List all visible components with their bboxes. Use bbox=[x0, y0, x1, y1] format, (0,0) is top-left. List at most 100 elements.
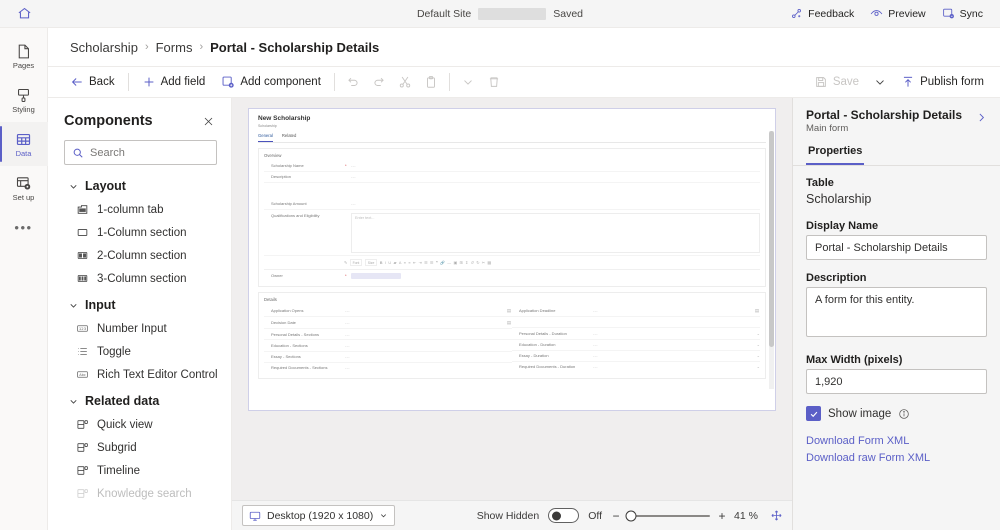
chevron-down-icon[interactable]: ⌄ bbox=[753, 353, 760, 358]
components-list[interactable]: Layout 1-column tab 1-Column section bbox=[48, 165, 231, 530]
preview-field-essay-duration[interactable]: Essay - Duration - - - ⌄ bbox=[512, 351, 760, 362]
chevron-right-icon[interactable] bbox=[972, 108, 990, 126]
component-2-column-section[interactable]: 2-Column section bbox=[48, 244, 231, 267]
preview-field-essay-sections[interactable]: Essay - Sections - - - bbox=[264, 352, 512, 363]
sidebar-item-styling[interactable]: Styling bbox=[0, 78, 48, 122]
rt-icon-align-center: ≡ bbox=[408, 261, 410, 265]
breadcrumb-item-forms[interactable]: Forms bbox=[156, 40, 193, 55]
monitor-icon bbox=[249, 510, 261, 522]
three-col-icon bbox=[76, 272, 89, 285]
component-1-column-section[interactable]: 1-Column section bbox=[48, 221, 231, 244]
preview-richtext-toolbar[interactable]: ✎ Font Size B I U ▰ A ≡ bbox=[264, 256, 760, 270]
preview-field-required-documents-duration[interactable]: Required Documents - Duration - - - ⌄ bbox=[512, 362, 760, 372]
search-input[interactable] bbox=[90, 147, 209, 159]
zoom-out-button[interactable]: − bbox=[611, 509, 621, 523]
info-icon[interactable] bbox=[898, 408, 910, 420]
one-col-icon bbox=[76, 226, 89, 239]
close-icon[interactable] bbox=[197, 110, 219, 132]
details-right-column: Application Deadline - - - ▤ bbox=[512, 305, 760, 373]
redo-icon bbox=[372, 75, 386, 89]
preview-field-application-opens[interactable]: Application Opens - - - ▤ bbox=[264, 305, 512, 317]
preview-section-details[interactable]: Details Application Opens - - - ▤ bbox=[258, 292, 766, 379]
fit-to-screen-icon[interactable] bbox=[768, 508, 784, 524]
publish-form-button[interactable]: Publish form bbox=[893, 69, 992, 95]
max-width-input[interactable] bbox=[806, 369, 987, 394]
field-label bbox=[519, 320, 593, 325]
chevron-down-icon[interactable]: ⌄ bbox=[753, 342, 760, 347]
group-header-input[interactable]: Input bbox=[48, 290, 231, 317]
group-header-layout[interactable]: Layout bbox=[48, 171, 231, 198]
preview-field-scholarship-name[interactable]: Scholarship Name * - - - bbox=[264, 161, 760, 172]
tab-properties[interactable]: Properties bbox=[806, 143, 864, 165]
rt-size-select[interactable]: Size bbox=[365, 259, 378, 266]
component-3-column-section[interactable]: 3-Column section bbox=[48, 267, 231, 290]
chevron-down-icon[interactable]: ⌄ bbox=[753, 364, 760, 369]
add-field-button[interactable]: Add field bbox=[134, 69, 214, 95]
zoom-slider[interactable] bbox=[628, 510, 710, 522]
preview-field-required-documents-sections[interactable]: Required Documents - Sections - - - bbox=[264, 363, 512, 373]
field-label: Required Documents - Duration bbox=[519, 364, 593, 369]
preview-field-personal-details-sections[interactable]: Personal Details - Sections - - - bbox=[264, 329, 512, 340]
download-form-xml-link[interactable]: Download Form XML bbox=[806, 433, 987, 450]
chevron-down-icon[interactable]: ⌄ bbox=[753, 331, 760, 336]
rt-font-select[interactable]: Font bbox=[350, 259, 363, 266]
properties-tab-strip: Properties bbox=[793, 143, 1000, 166]
page-icon bbox=[15, 43, 32, 60]
tab-related[interactable]: Related bbox=[282, 133, 296, 142]
preview-field-owner[interactable]: Owner * bbox=[264, 270, 760, 281]
description-textarea[interactable] bbox=[806, 287, 987, 337]
top-actions: Feedback Preview Sync bbox=[783, 0, 1000, 28]
component-1-column-tab[interactable]: 1-column tab bbox=[48, 198, 231, 221]
preview-field-qualifications[interactable]: Qualifications and Eligibility Enter tex… bbox=[264, 210, 760, 256]
sidebar-item-setup[interactable]: Set up bbox=[0, 166, 48, 210]
preview-field-application-deadline[interactable]: Application Deadline - - - ▤ bbox=[512, 305, 760, 317]
breadcrumb-item-scholarship[interactable]: Scholarship bbox=[70, 40, 138, 55]
device-size-dropdown[interactable]: Desktop (1920 x 1080) bbox=[242, 505, 395, 526]
preview-field-education-duration[interactable]: Education - Duration - - - ⌄ bbox=[512, 340, 760, 351]
search-box[interactable] bbox=[64, 140, 217, 165]
component-toggle[interactable]: Toggle bbox=[48, 340, 231, 363]
chevron-down-icon bbox=[873, 75, 887, 89]
tab-general[interactable]: General bbox=[258, 133, 273, 142]
preview-field-personal-details-duration[interactable]: Personal Details - Duration - - - ⌄ bbox=[512, 328, 760, 339]
feedback-button[interactable]: Feedback bbox=[783, 3, 861, 24]
component-rich-text-editor[interactable]: Abc Rich Text Editor Control bbox=[48, 363, 231, 386]
form-preview-scrollbar[interactable] bbox=[769, 131, 774, 389]
main-column: Scholarship › Forms › Portal - Scholarsh… bbox=[48, 28, 1000, 530]
group-header-related-data[interactable]: Related data bbox=[48, 386, 231, 413]
save-options-button[interactable] bbox=[867, 69, 893, 95]
preview-field-education-sections[interactable]: Education - Sections - - - bbox=[264, 340, 512, 351]
preview-button[interactable]: Preview bbox=[863, 3, 932, 24]
component-timeline[interactable]: Timeline bbox=[48, 459, 231, 482]
canvas-scroll-region[interactable]: New Scholarship Scholarship General Rela… bbox=[232, 98, 792, 500]
preview-section-overview[interactable]: Overview Scholarship Name * - - - Descri… bbox=[258, 148, 766, 288]
display-name-input[interactable] bbox=[806, 235, 987, 260]
download-raw-form-xml-link[interactable]: Download raw Form XML bbox=[806, 450, 987, 467]
show-image-checkbox[interactable] bbox=[806, 406, 821, 421]
sidebar-item-data[interactable]: Data bbox=[0, 122, 48, 166]
component-quick-view[interactable]: Quick view bbox=[48, 413, 231, 436]
zoom-slider-thumb[interactable] bbox=[626, 510, 637, 521]
home-icon[interactable] bbox=[0, 0, 48, 28]
component-number-input[interactable]: 123 Number Input bbox=[48, 317, 231, 340]
form-preview-card[interactable]: New Scholarship Scholarship General Rela… bbox=[248, 108, 776, 411]
add-component-button[interactable]: Add component bbox=[213, 69, 329, 95]
component-subgrid[interactable]: Subgrid bbox=[48, 436, 231, 459]
preview-field-decision-date[interactable]: Decision Date - - - ▤ bbox=[264, 317, 512, 329]
rt-icon-bold: B bbox=[380, 261, 383, 265]
chevron-down-icon bbox=[68, 181, 79, 192]
preview-field-description[interactable]: Description - - - bbox=[264, 172, 760, 183]
back-button[interactable]: Back bbox=[62, 69, 123, 95]
details-left-column: Application Opens - - - ▤ Decision Date … bbox=[264, 305, 512, 373]
show-hidden-toggle[interactable] bbox=[548, 508, 579, 523]
preview-field-scholarship-amount[interactable]: Scholarship Amount - - - bbox=[264, 199, 760, 210]
sidebar-item-pages[interactable]: Pages bbox=[0, 34, 48, 78]
sync-button[interactable]: Sync bbox=[935, 3, 990, 24]
calendar-icon[interactable]: ▤ bbox=[754, 308, 760, 314]
field-richtext-area[interactable]: Enter text... bbox=[351, 213, 760, 253]
sidebar-more-button[interactable]: ••• bbox=[0, 210, 48, 244]
rt-icon-table: ⊞ bbox=[459, 260, 462, 265]
breadcrumb: Scholarship › Forms › Portal - Scholarsh… bbox=[48, 28, 1000, 66]
zoom-in-button[interactable]: + bbox=[717, 509, 727, 523]
publish-label: Publish form bbox=[920, 76, 984, 88]
